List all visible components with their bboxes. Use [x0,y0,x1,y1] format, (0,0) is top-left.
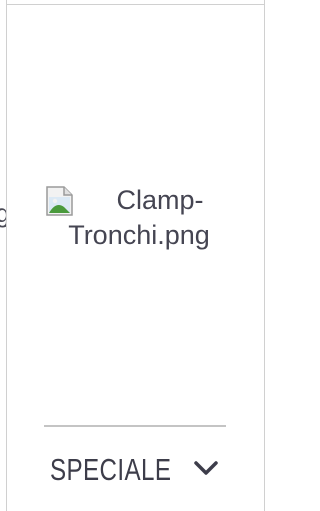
container-top-border [6,4,265,5]
image-alt-text[interactable]: Clamp- Tronchi.png [50,183,228,253]
container-right-border [264,0,265,511]
previous-slide-fragment: g [0,196,6,236]
chevron-down-icon[interactable] [191,458,221,478]
container-left-border [6,0,7,511]
image-alt-text-line1: Clamp- [116,185,204,215]
speciale-section-toggle[interactable]: SPECIALE [44,446,226,498]
section-label: SPECIALE [50,452,172,487]
section-divider [44,425,226,427]
previous-slide-text: g [0,196,6,230]
image-alt-text-line2: Tronchi.png [68,220,210,250]
